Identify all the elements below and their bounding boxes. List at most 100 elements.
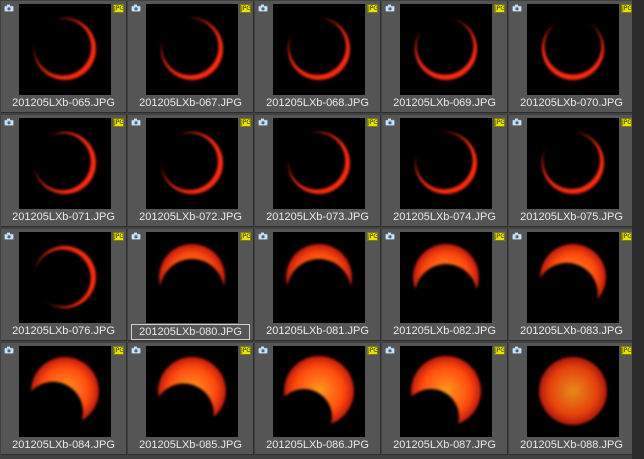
eclipse-image bbox=[400, 118, 492, 209]
camera-icon bbox=[258, 232, 268, 240]
thumbnail-item[interactable]: JPG 201205LXb-086.JPG bbox=[255, 343, 381, 455]
thumbnail-item[interactable]: JPG 201205LXb-075.JPG bbox=[509, 115, 635, 227]
thumbnail-filename: 201205LXb-083.JPG bbox=[520, 325, 623, 337]
thumbnail-filename: 201205LXb-075.JPG bbox=[520, 211, 623, 223]
file-type-badge: JPG bbox=[240, 346, 251, 355]
thumbnail-item[interactable]: JPG 201205LXb-084.JPG bbox=[1, 343, 127, 455]
thumbnail-image bbox=[400, 4, 492, 95]
thumbnail-item[interactable]: JPG 201205LXb-088.JPG bbox=[509, 343, 635, 455]
file-type-badge: JPG bbox=[240, 118, 251, 127]
camera-icon bbox=[258, 4, 268, 12]
thumbnail-item[interactable]: JPG 201205LXb-072.JPG bbox=[128, 115, 254, 227]
eclipse-image bbox=[19, 4, 111, 95]
thumbnail-filename: 201205LXb-071.JPG bbox=[12, 211, 115, 223]
camera-icon bbox=[131, 346, 141, 354]
eclipse-image bbox=[19, 118, 111, 209]
thumbnail-item[interactable]: JPG 201205LXb-081.JPG bbox=[255, 229, 381, 341]
thumbnail-filename: 201205LXb-065.JPG bbox=[12, 97, 115, 109]
camera-icon bbox=[4, 346, 14, 354]
file-type-badge: JPG bbox=[621, 4, 632, 13]
camera-icon bbox=[385, 346, 395, 354]
camera-icon bbox=[4, 4, 14, 12]
thumbnail-image bbox=[146, 118, 238, 209]
thumbnail-item[interactable]: JPG 201205LXb-070.JPG bbox=[509, 1, 635, 113]
eclipse-image bbox=[539, 357, 607, 425]
thumbnail-image bbox=[273, 232, 365, 323]
thumbnail-filename: 201205LXb-076.JPG bbox=[12, 325, 115, 337]
thumbnail-item[interactable]: JPG 201205LXb-074.JPG bbox=[382, 115, 508, 227]
eclipse-image bbox=[284, 356, 354, 426]
thumbnail-image bbox=[527, 232, 619, 323]
eclipse-image bbox=[146, 4, 238, 95]
camera-icon bbox=[131, 4, 141, 12]
thumbnail-image bbox=[273, 346, 365, 437]
file-type-badge: JPG bbox=[367, 4, 378, 13]
thumbnail-filename: 201205LXb-085.JPG bbox=[139, 439, 242, 451]
file-type-badge: JPG bbox=[621, 118, 632, 127]
thumbnail-item[interactable]: JPG 201205LXb-067.JPG bbox=[128, 1, 254, 113]
thumbnail-image bbox=[400, 346, 492, 437]
thumbnail-item[interactable]: JPG 201205LXb-076.JPG bbox=[1, 229, 127, 341]
eclipse-image bbox=[146, 118, 238, 209]
camera-icon bbox=[512, 118, 522, 126]
file-type-badge: JPG bbox=[240, 232, 251, 241]
thumbnail-image bbox=[19, 118, 111, 209]
thumbnail-filename: 201205LXb-070.JPG bbox=[520, 97, 623, 109]
camera-icon bbox=[512, 4, 522, 12]
eclipse-image bbox=[19, 232, 111, 323]
camera-icon bbox=[258, 346, 268, 354]
camera-icon bbox=[131, 118, 141, 126]
thumbnail-filename: 201205LXb-080.JPG bbox=[131, 324, 250, 340]
thumbnail-image bbox=[146, 4, 238, 95]
eclipse-image bbox=[273, 118, 365, 209]
thumbnail-filename: 201205LXb-073.JPG bbox=[266, 211, 369, 223]
camera-icon bbox=[385, 232, 395, 240]
vertical-scrollbar[interactable] bbox=[632, 0, 644, 459]
thumbnail-filename: 201205LXb-088.JPG bbox=[520, 439, 623, 451]
file-type-badge: JPG bbox=[113, 4, 124, 13]
eclipse-image bbox=[411, 356, 481, 426]
file-type-badge: JPG bbox=[621, 346, 632, 355]
camera-icon bbox=[512, 232, 522, 240]
eclipse-image bbox=[159, 244, 225, 310]
file-type-badge: JPG bbox=[367, 118, 378, 127]
eclipse-image bbox=[400, 4, 492, 95]
file-type-badge: JPG bbox=[113, 232, 124, 241]
thumbnail-item[interactable]: JPG 201205LXb-071.JPG bbox=[1, 115, 127, 227]
thumbnail-filename: 201205LXb-081.JPG bbox=[266, 325, 369, 337]
thumbnail-image bbox=[527, 118, 619, 209]
thumbnail-item[interactable]: JPG 201205LXb-082.JPG bbox=[382, 229, 508, 341]
file-type-badge: JPG bbox=[367, 232, 378, 241]
file-type-badge: JPG bbox=[367, 346, 378, 355]
thumbnail-image bbox=[400, 232, 492, 323]
thumbnail-item[interactable]: JPG 201205LXb-065.JPG bbox=[1, 1, 127, 113]
thumbnail-item[interactable]: JPG 201205LXb-069.JPG bbox=[382, 1, 508, 113]
thumbnail-image bbox=[19, 232, 111, 323]
file-type-badge: JPG bbox=[494, 232, 505, 241]
file-type-badge: JPG bbox=[494, 118, 505, 127]
thumbnail-item[interactable]: JPG 201205LXb-073.JPG bbox=[255, 115, 381, 227]
thumbnail-item[interactable]: JPG 201205LXb-087.JPG bbox=[382, 343, 508, 455]
eclipse-image bbox=[31, 357, 99, 425]
eclipse-image bbox=[527, 4, 619, 95]
thumbnail-image bbox=[527, 4, 619, 95]
thumbnail-item[interactable]: JPG 201205LXb-068.JPG bbox=[255, 1, 381, 113]
thumbnail-item[interactable]: JPG 201205LXb-080.JPG bbox=[128, 229, 254, 341]
thumbnail-filename: 201205LXb-086.JPG bbox=[266, 439, 369, 451]
camera-icon bbox=[4, 118, 14, 126]
thumbnail-filename: 201205LXb-069.JPG bbox=[393, 97, 496, 109]
thumbnail-item[interactable]: JPG 201205LXb-085.JPG bbox=[128, 343, 254, 455]
camera-icon bbox=[4, 232, 14, 240]
eclipse-image bbox=[527, 118, 619, 209]
thumbnail-item[interactable]: JPG 201205LXb-083.JPG bbox=[509, 229, 635, 341]
thumbnail-image bbox=[19, 4, 111, 95]
file-type-badge: JPG bbox=[113, 118, 124, 127]
thumbnail-image bbox=[146, 346, 238, 437]
file-type-badge: JPG bbox=[113, 346, 124, 355]
eclipse-image bbox=[158, 357, 226, 425]
thumbnail-filename: 201205LXb-084.JPG bbox=[12, 439, 115, 451]
file-type-badge: JPG bbox=[240, 4, 251, 13]
camera-icon bbox=[258, 118, 268, 126]
thumbnail-image bbox=[273, 118, 365, 209]
thumbnail-filename: 201205LXb-072.JPG bbox=[139, 211, 242, 223]
